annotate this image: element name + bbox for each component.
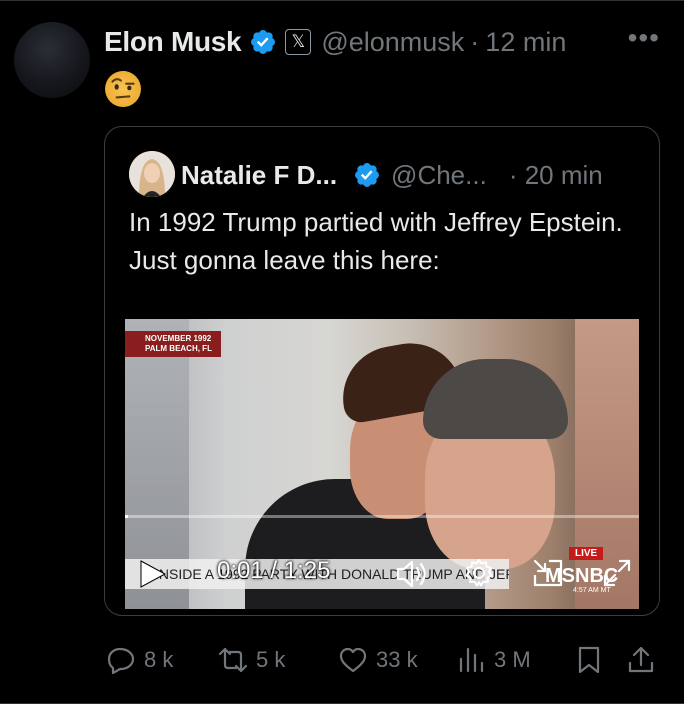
- video-overlay-tag: NOVEMBER 1992 PALM BEACH, FL: [125, 331, 221, 357]
- quote-time[interactable]: · 20 min: [509, 160, 603, 191]
- post-time[interactable]: 12 min: [485, 27, 566, 58]
- avatar[interactable]: [14, 22, 90, 98]
- share-button[interactable]: [626, 640, 664, 680]
- reply-count: 8 k: [144, 647, 174, 672]
- repost-icon: [218, 647, 248, 673]
- raised-eyebrow-emoji: [105, 71, 141, 107]
- video-player[interactable]: NOVEMBER 1992 PALM BEACH, FL INSIDE A 19…: [125, 319, 639, 609]
- quoted-post[interactable]: Natalie F D... @Che... · 20 min In 1992 …: [104, 126, 660, 616]
- separator-dot: ·: [470, 26, 480, 57]
- author-handle[interactable]: @elonmusk: [321, 27, 464, 58]
- affiliate-badge-icon[interactable]: 𝕏: [285, 29, 312, 55]
- views-button[interactable]: 3 M: [456, 640, 531, 680]
- share-icon: [628, 646, 654, 673]
- settings-gear-icon[interactable]: [463, 557, 495, 589]
- video-time-display: 0:01 / 1:25: [217, 557, 331, 584]
- video-progress-fill: [125, 515, 128, 518]
- reply-icon: [107, 647, 135, 675]
- video-progress-track[interactable]: [125, 515, 639, 518]
- fullscreen-icon[interactable]: [601, 557, 633, 589]
- picture-in-picture-icon[interactable]: [531, 557, 565, 589]
- like-button[interactable]: 33 k: [338, 640, 418, 680]
- quote-avatar[interactable]: [129, 151, 175, 197]
- more-options-icon[interactable]: •••: [628, 22, 660, 54]
- verified-badge-icon[interactable]: [249, 28, 277, 56]
- heart-icon: [339, 647, 367, 673]
- post-header: Elon Musk 𝕏 @elonmusk · 12 min: [104, 22, 566, 62]
- quote-author-handle[interactable]: @Che...: [391, 160, 487, 191]
- quote-header: Natalie F D... @Che... · 20 min: [181, 153, 603, 197]
- view-count: 3 M: [494, 647, 531, 672]
- action-bar: 8 k 5 k 33 k 3 M: [0, 640, 684, 680]
- views-chart-icon: [459, 647, 484, 673]
- play-icon[interactable]: [137, 559, 167, 589]
- like-count: 33 k: [376, 647, 418, 672]
- repost-count: 5 k: [256, 647, 286, 672]
- author-name[interactable]: Elon Musk: [104, 26, 242, 58]
- quote-author-name[interactable]: Natalie F D...: [181, 160, 337, 191]
- bookmark-button[interactable]: [574, 640, 612, 680]
- volume-icon[interactable]: [395, 557, 431, 591]
- bookmark-icon: [578, 646, 600, 674]
- quote-text: In 1992 Trump partied with Jeffrey Epste…: [129, 207, 623, 275]
- quote-verified-badge-icon[interactable]: [353, 161, 381, 189]
- video-live-badge: LIVE: [569, 547, 604, 560]
- reply-button[interactable]: 8 k: [106, 640, 173, 680]
- repost-button[interactable]: 5 k: [218, 640, 285, 680]
- top-divider: [0, 0, 684, 1]
